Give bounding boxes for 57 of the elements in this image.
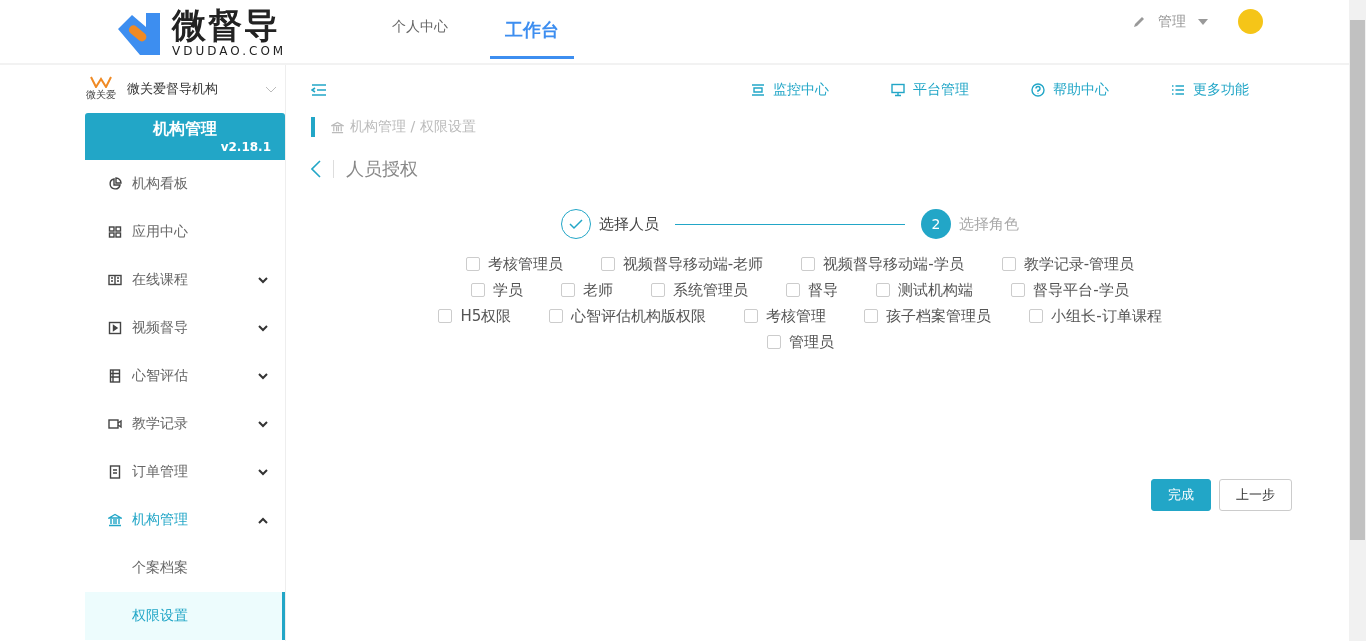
role-checkbox[interactable]: 管理员 [766, 332, 834, 352]
module-title: 机构管理 [152, 119, 218, 140]
menu-item[interactable]: 在线课程 [85, 256, 285, 304]
page-title: 人员授权 [346, 157, 418, 181]
menu-item[interactable]: 订单管理 [85, 448, 285, 496]
bank-icon [108, 513, 122, 527]
submenu-item[interactable]: 个案档案 [85, 544, 285, 592]
role-checkbox[interactable]: 考核管理员 [465, 254, 563, 274]
chevron-down-icon[interactable] [265, 85, 277, 93]
menu-item[interactable]: 心智评估 [85, 352, 285, 400]
role-checkbox[interactable]: H5权限 [438, 306, 512, 326]
org-name[interactable]: 微关爱督导机构 [127, 80, 255, 98]
version-label: v2.18.1 [220, 140, 271, 154]
menu-item[interactable]: 应用中心 [85, 208, 285, 256]
breadcrumb: 机构管理 / 权限设置 [350, 118, 476, 136]
role-checkbox[interactable]: 视频督导移动端-学员 [801, 254, 964, 274]
camera-icon [108, 417, 122, 431]
document-icon [108, 465, 122, 479]
menu-item[interactable]: 机构看板 [85, 160, 285, 208]
avatar[interactable] [1238, 9, 1263, 34]
scrollbar[interactable] [1349, 0, 1366, 641]
book-icon [108, 273, 122, 287]
back-icon[interactable] [311, 160, 321, 178]
org-logo: 微关爱 [85, 76, 117, 102]
previous-button[interactable]: 上一步 [1219, 479, 1292, 511]
role-checkbox[interactable]: 系统管理员 [651, 280, 749, 300]
menu-item[interactable]: 视频督导 [85, 304, 285, 352]
list-icon [108, 369, 122, 383]
nav-tab[interactable]: 个人中心 [378, 4, 463, 59]
logo-subtitle: VDUDAO.COM [172, 43, 287, 58]
monitor-icon [751, 83, 765, 97]
role-checkbox[interactable]: 老师 [561, 280, 614, 300]
role-checkbox[interactable]: 视频督导移动端-老师 [600, 254, 764, 274]
role-checkbox[interactable]: 考核管理 [744, 306, 827, 326]
step-label: 选择人员 [599, 214, 659, 234]
help-icon [1031, 83, 1045, 97]
bank-icon [331, 120, 344, 134]
caret-icon[interactable] [1198, 18, 1208, 25]
role-checkbox[interactable]: 孩子档案管理员 [864, 306, 992, 326]
role-checkbox[interactable]: 督导 [786, 280, 839, 300]
grid-icon [108, 225, 122, 239]
step-number: 2 [921, 209, 951, 239]
pie-chart-icon [108, 177, 122, 191]
screen-icon [891, 83, 905, 97]
collapse-menu-icon[interactable] [311, 83, 327, 97]
menu-item[interactable]: 教学记录 [85, 400, 285, 448]
role-checkbox[interactable]: 督导平台-学员 [1011, 280, 1129, 300]
list-icon [1171, 83, 1185, 97]
role-checkbox[interactable]: 心智评估机构版权限 [549, 306, 707, 326]
play-icon [108, 321, 122, 335]
step-label: 选择角色 [959, 214, 1019, 234]
role-checkbox[interactable]: 学员 [471, 280, 524, 300]
logo-text: 微督导 [172, 5, 281, 44]
role-checkbox[interactable]: 小组长-订单课程 [1029, 306, 1162, 326]
role-checkbox[interactable]: 教学记录-管理员 [1001, 254, 1135, 274]
role-checkbox[interactable]: 测试机构端 [876, 280, 974, 300]
pencil-icon[interactable] [1132, 14, 1146, 29]
